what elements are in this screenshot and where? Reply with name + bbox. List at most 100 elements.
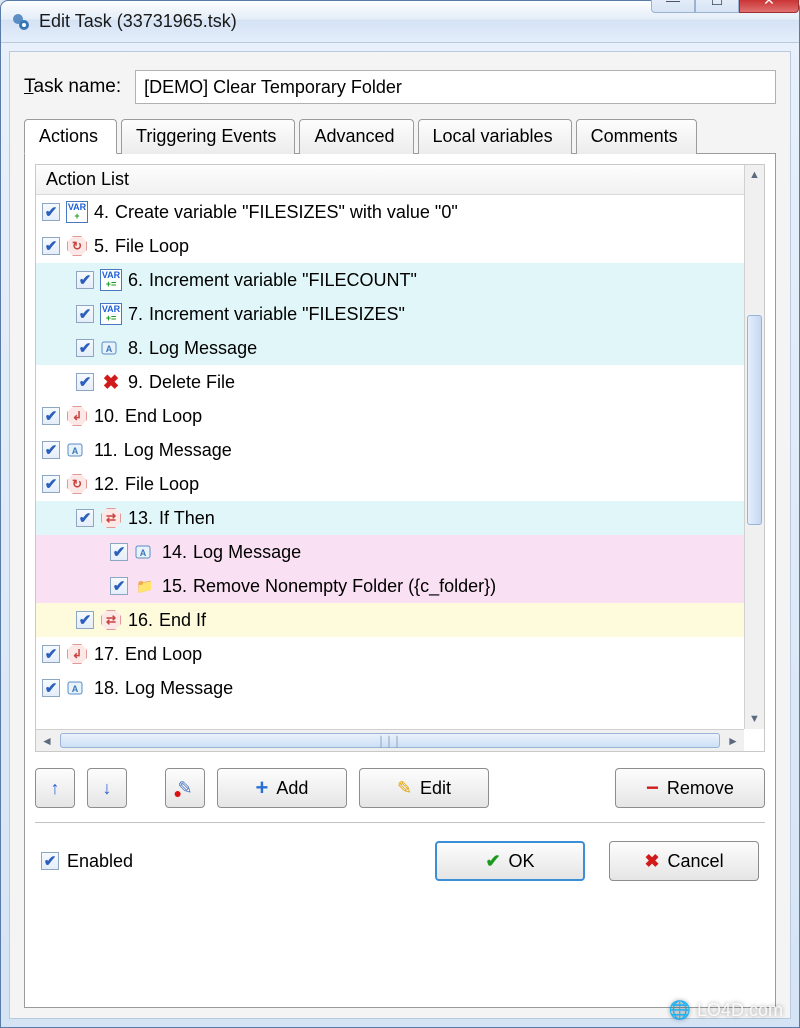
maximize-button[interactable]: ☐ bbox=[695, 0, 739, 13]
svg-text:A: A bbox=[72, 446, 79, 456]
task-name-input[interactable] bbox=[135, 70, 776, 104]
action-row[interactable]: ✔A18. Log Message bbox=[36, 671, 764, 705]
scroll-right-icon[interactable]: ► bbox=[722, 734, 744, 748]
scroll-down-icon[interactable]: ▼ bbox=[745, 709, 764, 729]
action-text: Log Message bbox=[149, 338, 257, 359]
action-text: Log Message bbox=[193, 542, 301, 563]
minimize-button[interactable]: — bbox=[651, 0, 695, 13]
action-number: 4. bbox=[94, 202, 109, 223]
move-up-button[interactable]: ↑ bbox=[35, 768, 75, 808]
var-create-icon: VAR+ bbox=[66, 201, 88, 223]
horizontal-scroll-thumb[interactable]: ∣∣∣ bbox=[60, 733, 720, 748]
tab-advanced[interactable]: Advanced bbox=[299, 119, 413, 154]
remove-button[interactable]: − Remove bbox=[615, 768, 765, 808]
action-checkbox[interactable]: ✔ bbox=[42, 679, 60, 697]
tab-actions[interactable]: Actions bbox=[24, 119, 117, 154]
action-checkbox[interactable]: ✔ bbox=[42, 203, 60, 221]
action-number: 13. bbox=[128, 508, 153, 529]
minus-icon: − bbox=[646, 775, 659, 801]
action-row[interactable]: ✔ VAR+ 4. Create variable "FILESIZES" with… bbox=[36, 195, 764, 229]
action-checkbox[interactable]: ✔ bbox=[42, 645, 60, 663]
folder-remove-icon: 📁✖ bbox=[134, 575, 156, 597]
svg-text:A: A bbox=[106, 344, 113, 354]
action-checkbox[interactable]: ✔ bbox=[110, 577, 128, 595]
action-row[interactable]: ✔⇄16. End If bbox=[36, 603, 764, 637]
action-checkbox[interactable]: ✔ bbox=[76, 271, 94, 289]
globe-icon: 🌐 bbox=[669, 1000, 691, 1021]
window-title: Edit Task (33731965.tsk) bbox=[39, 11, 643, 32]
add-button[interactable]: + Add bbox=[217, 768, 347, 808]
tab-local-variables[interactable]: Local variables bbox=[418, 119, 572, 154]
actions-panel: Action List ✔ VAR+ 4. Create variable "FIL… bbox=[24, 153, 776, 1008]
action-text: Remove Nonempty Folder ({c_folder}) bbox=[193, 576, 496, 597]
action-checkbox[interactable]: ✔ bbox=[76, 339, 94, 357]
action-checkbox[interactable]: ✔ bbox=[110, 543, 128, 561]
action-list-body[interactable]: ✔ VAR+ 4. Create variable "FILESIZES" with… bbox=[36, 195, 764, 715]
log-icon: A bbox=[66, 677, 88, 699]
loop-icon: ↻ bbox=[66, 473, 88, 495]
action-row[interactable]: ✔VAR+=7. Increment variable "FILESIZES" bbox=[36, 297, 764, 331]
action-checkbox[interactable]: ✔ bbox=[76, 305, 94, 323]
action-row[interactable]: ✔↻12. File Loop bbox=[36, 467, 764, 501]
edit-button-label: Edit bbox=[420, 778, 451, 799]
action-row[interactable]: ✔✖9. Delete File bbox=[36, 365, 764, 399]
app-gear-icon bbox=[11, 12, 31, 32]
action-number: 15. bbox=[162, 576, 187, 597]
action-text: Log Message bbox=[124, 440, 232, 461]
action-toolbar: ↑ ↓ ✎● + Add ✎ Edit − bbox=[35, 768, 765, 808]
branch-icon: ⇄ bbox=[100, 609, 122, 631]
action-row[interactable]: ✔↲17. End Loop bbox=[36, 637, 764, 671]
action-row[interactable]: ✔↻5. File Loop bbox=[36, 229, 764, 263]
action-text: End If bbox=[159, 610, 206, 631]
remove-button-label: Remove bbox=[667, 778, 734, 799]
enabled-checkbox[interactable]: ✔ bbox=[41, 852, 59, 870]
move-down-button[interactable]: ↓ bbox=[87, 768, 127, 808]
var-increment-icon: VAR+= bbox=[100, 269, 122, 291]
action-row[interactable]: ✔A8. Log Message bbox=[36, 331, 764, 365]
action-checkbox[interactable]: ✔ bbox=[42, 475, 60, 493]
action-number: 10. bbox=[94, 406, 119, 427]
tab-triggering-events[interactable]: Triggering Events bbox=[121, 119, 295, 154]
action-number: 11. bbox=[94, 440, 118, 461]
action-row[interactable]: ✔ A 11. Log Message bbox=[36, 433, 764, 467]
action-text: Increment variable "FILESIZES" bbox=[149, 304, 405, 325]
cancel-button[interactable]: ✖ Cancel bbox=[609, 841, 759, 881]
action-checkbox[interactable]: ✔ bbox=[42, 441, 60, 459]
action-text: Delete File bbox=[149, 372, 235, 393]
action-checkbox[interactable]: ✔ bbox=[42, 237, 60, 255]
enabled-label: Enabled bbox=[67, 851, 133, 872]
tab-strip: Actions Triggering Events Advanced Local… bbox=[24, 118, 776, 153]
action-number: 18. bbox=[94, 678, 119, 699]
action-row[interactable]: ✔VAR+=6. Increment variable "FILECOUNT" bbox=[36, 263, 764, 297]
action-row[interactable]: ✔ 📁✖ 15. Remove Nonempty Folder ({c_folder… bbox=[36, 569, 764, 603]
action-checkbox[interactable]: ✔ bbox=[76, 509, 94, 527]
action-number: 7. bbox=[128, 304, 143, 325]
action-text: Create variable "FILESIZES" with value "… bbox=[115, 202, 458, 223]
end-loop-icon: ↲ bbox=[66, 405, 88, 427]
titlebar[interactable]: Edit Task (33731965.tsk) — ☐ ✕ bbox=[1, 1, 799, 43]
tab-comments[interactable]: Comments bbox=[576, 119, 697, 154]
ok-button[interactable]: ✔ OK bbox=[435, 841, 585, 881]
scroll-up-icon[interactable]: ▲ bbox=[745, 165, 764, 185]
task-name-label: Task name: bbox=[24, 76, 121, 98]
action-text: End Loop bbox=[125, 406, 202, 427]
action-list-header: Action List bbox=[36, 165, 764, 195]
vertical-scroll-thumb[interactable] bbox=[747, 315, 762, 525]
action-row[interactable]: ✔A14. Log Message bbox=[36, 535, 764, 569]
close-button[interactable]: ✕ bbox=[739, 0, 799, 13]
ok-button-label: OK bbox=[509, 851, 535, 872]
check-icon: ✔ bbox=[485, 851, 500, 872]
horizontal-scrollbar[interactable]: ◄ ∣∣∣ ► bbox=[36, 729, 744, 751]
record-button[interactable]: ✎● bbox=[165, 768, 205, 808]
action-row[interactable]: ✔⇄13. If Then bbox=[36, 501, 764, 535]
vertical-scrollbar[interactable]: ▲ ▼ bbox=[744, 165, 764, 729]
edit-button[interactable]: ✎ Edit bbox=[359, 768, 489, 808]
scroll-left-icon[interactable]: ◄ bbox=[36, 734, 58, 748]
action-checkbox[interactable]: ✔ bbox=[76, 373, 94, 391]
action-checkbox[interactable]: ✔ bbox=[76, 611, 94, 629]
pencil-icon: ✎ bbox=[397, 778, 412, 799]
action-checkbox[interactable]: ✔ bbox=[42, 407, 60, 425]
cancel-button-label: Cancel bbox=[668, 851, 724, 872]
action-row[interactable]: ✔ ↲ 10. End Loop bbox=[36, 399, 764, 433]
plus-icon: + bbox=[256, 775, 269, 801]
